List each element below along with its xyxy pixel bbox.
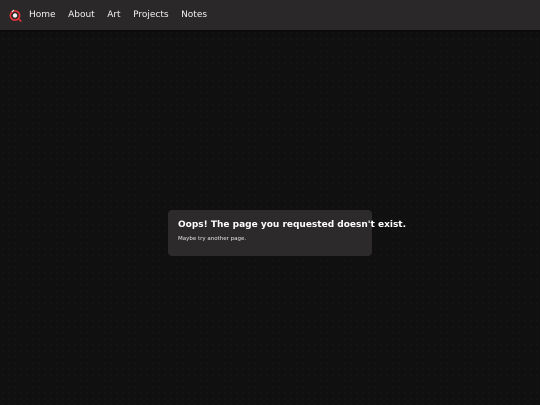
error-card: Oops! The page you requested doesn't exi… [168,210,407,256]
red-orb-logo-icon [9,9,22,22]
nav-projects-link[interactable]: Projects [133,0,168,30]
nav-links: Home About Art Projects Notes [29,0,220,30]
nav-about-link[interactable]: About [68,0,95,30]
top-navbar: Home About Art Projects Notes [0,0,540,30]
nav-home-link[interactable]: Home [29,0,56,30]
error-subtitle: Maybe try another page. [178,236,247,242]
nav-art-link[interactable]: Art [107,0,120,30]
nav-notes-link[interactable]: Notes [181,0,207,30]
error-title: Oops! The page you requested doesn't exi… [178,220,407,230]
logo-icon[interactable] [9,9,22,22]
